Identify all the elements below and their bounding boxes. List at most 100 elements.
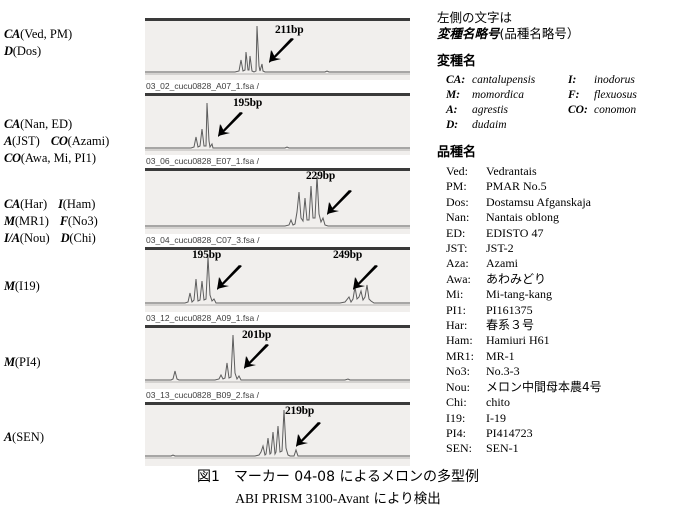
cultivar-abbr: Nan: [446, 210, 470, 225]
panel-filename: 03_12_cucu0828_A09_1.fsa / [145, 312, 410, 325]
sample-label-row: A(SEN) [4, 429, 144, 446]
fragment-size-label: 201bp [242, 329, 272, 341]
variety-name: momordica [472, 89, 524, 101]
cultivar-row: ED: EDISTO 47 [437, 226, 676, 241]
cultivar-name: MR-1 [486, 348, 515, 363]
cultivar-list: (Awa, Mi, PI1) [20, 151, 96, 165]
cultivar-row: Ham: Hamiuri H61 [437, 333, 676, 348]
cultivar-row: PI4: PI414723 [437, 426, 676, 441]
cultivar-list: (Ved, PM) [20, 27, 73, 41]
variety-abbr: CO: [568, 104, 588, 116]
cultivar-abbr: ED: [446, 225, 466, 240]
legend-note-bold: 変種名略号 [437, 27, 500, 41]
caption-line-2: ABI PRISM 3100-Avant により検出 [0, 488, 676, 510]
sample-label-column: CA(Ved, PM) D(Dos) CA(Nan, ED) A(JST) CO(… [4, 26, 144, 446]
sample-label-row: CA(Ved, PM) [4, 26, 144, 43]
cultivar-list: (Dos) [12, 44, 42, 58]
cultivar-row: SEN: SEN-1 [437, 441, 676, 456]
cultivar-name: 春系３号 [486, 318, 535, 333]
legend-note-rest: (品種名略号） [499, 26, 580, 41]
caption-line-2-suffix: により検出 [369, 491, 441, 507]
fragment-size-label: 219bp [285, 405, 315, 417]
cultivar-list: (No3) [67, 214, 98, 228]
cultivar-name: Hamiuri H61 [486, 333, 550, 348]
sample-label-group-6: A(SEN) [4, 429, 144, 446]
cultivar-abbr: Chi: [446, 395, 467, 410]
variety-name: dudaim [472, 119, 507, 131]
fragment-size-label-secondary: 249bp [333, 249, 363, 261]
variety-code: I/A [4, 231, 20, 245]
cultivar-row: Aza: Azami [437, 256, 676, 271]
cultivar-abbr: I19: [446, 410, 466, 425]
variety-row: CA: cantalupensis I: inodorus [437, 73, 676, 88]
panel-top-rule [145, 93, 410, 96]
trace-plot [145, 402, 410, 466]
cultivar-abbr: PI1: [446, 302, 467, 317]
variety-section-title: 変種名 [437, 54, 477, 69]
panel-top-rule [145, 168, 410, 171]
cultivar-name: JST-2 [486, 241, 514, 256]
variety-code: M [4, 279, 15, 293]
variety-abbr: A: [446, 104, 458, 116]
trace-plot [145, 93, 410, 155]
cultivar-name: chito [486, 395, 510, 410]
fragment-size-label: 211bp [275, 24, 304, 36]
cultivar-list: (SEN) [12, 430, 44, 444]
cultivar-row: MR1: MR-1 [437, 349, 676, 364]
annotation-arrow [218, 112, 243, 137]
legend-note-line1: 左側の文字は [437, 10, 513, 25]
cultivar-row: PI1: PI161375 [437, 303, 676, 318]
figure-root: CA(Ved, PM) D(Dos) CA(Nan, ED) A(JST) CO(… [0, 0, 676, 527]
variety-abbr: I: [568, 74, 577, 86]
fragment-size-label: 195bp [192, 249, 222, 261]
cultivar-row: I19: I-19 [437, 411, 676, 426]
cultivar-row: Mi: Mi-tang-kang [437, 287, 676, 302]
panel-filename: 03_13_cucu0828_B09_2.fsa / [145, 389, 410, 402]
electropherogram-panel[interactable]: 211bp [145, 18, 410, 80]
cultivar-row: Har: 春系３号 [437, 318, 676, 333]
cultivar-name: Dostamsu Afganskaja [486, 194, 591, 209]
variety-abbr: CA: [446, 74, 466, 86]
cultivar-row: Nan: Nantais oblong [437, 210, 676, 225]
cultivar-row: PM: PMAR No.5 [437, 179, 676, 194]
cultivar-abbr: No3: [446, 364, 470, 379]
fragment-size-label: 195bp [233, 97, 263, 109]
cultivar-row: No3: No.3-3 [437, 364, 676, 379]
variety-row: A: agrestis CO: conomon [437, 103, 676, 118]
annotation-arrow-secondary [353, 265, 378, 290]
cultivar-row: Nou: メロン中間母本農4号 [437, 380, 676, 395]
cultivar-row: Awa: あわみどり [437, 272, 676, 287]
variety-abbr: D: [446, 119, 459, 131]
cultivar-name: あわみどり [486, 271, 547, 286]
cultivar-list: (Ham) [62, 197, 96, 211]
cultivar-row: Ved: Vedrantais [437, 164, 676, 179]
sample-label-row: M(I19) [4, 278, 144, 295]
sample-label-group-5: M(PI4) [4, 354, 144, 429]
legend-note-line2: 変種名略号(品種名略号） [437, 26, 676, 42]
electropherogram-panel[interactable]: 229bp [145, 168, 410, 234]
variety-code: F [59, 214, 68, 228]
cultivar-list: (MR1) [14, 214, 49, 228]
electropherogram-panel[interactable]: 195bp 249bp [145, 247, 410, 312]
panel-top-rule [145, 247, 410, 250]
trace-plot [145, 325, 410, 389]
cultivar-name: No.3-3 [486, 364, 520, 379]
electropherogram-panel[interactable]: 201bp [145, 325, 410, 389]
cultivar-abbr: MR1: [446, 348, 475, 363]
trace-plot [145, 168, 410, 234]
cultivar-list: (Har) [20, 197, 48, 211]
electropherogram-panel[interactable]: 195bp [145, 93, 410, 155]
annotation-arrow [296, 422, 321, 447]
annotation-arrow [327, 190, 352, 215]
cultivar-list: (PI4) [14, 355, 41, 369]
cultivar-row: Dos: Dostamsu Afganskaja [437, 195, 676, 210]
variety-code: M [4, 355, 15, 369]
sample-label-row: M(MR1) F(No3) [4, 213, 144, 230]
annotation-arrow [217, 265, 242, 290]
variety-name: conomon [594, 104, 637, 116]
caption-line-1: 図1 マーカー 04-08 によるメロンの多型例 [196, 469, 480, 485]
figure-caption: 図1 マーカー 04-08 によるメロンの多型例 ABI PRISM 3100-… [0, 466, 676, 510]
cultivar-name: PI414723 [486, 425, 533, 440]
cultivar-section-title: 品種名 [437, 145, 477, 160]
electropherogram-panel[interactable]: 219bp [145, 402, 410, 466]
